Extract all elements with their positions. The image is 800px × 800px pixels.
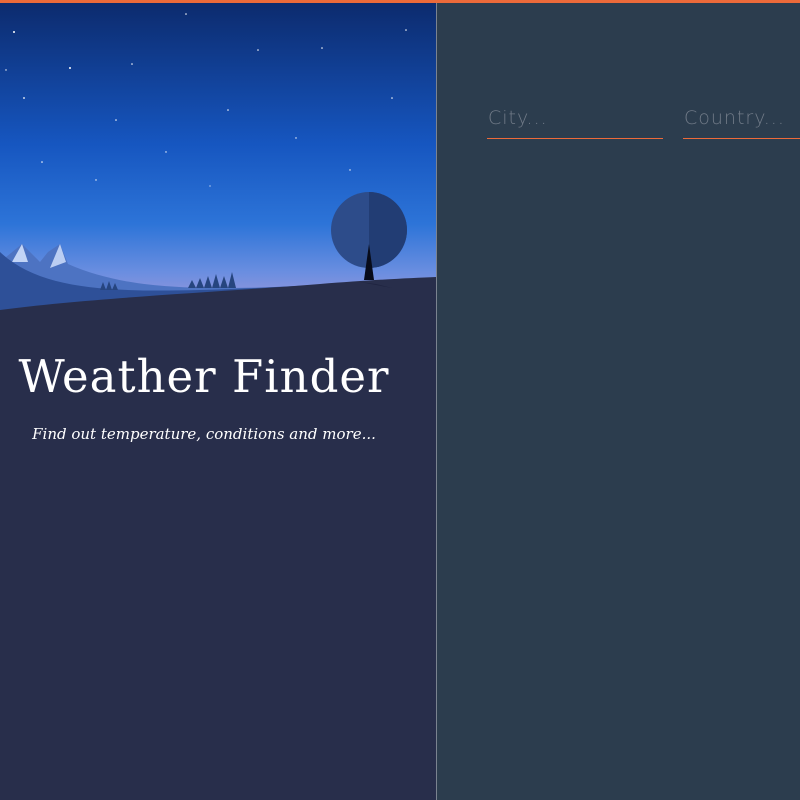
top-accent-bar xyxy=(0,0,800,3)
night-landscape-illustration xyxy=(0,0,436,320)
country-input[interactable] xyxy=(683,103,800,139)
city-input[interactable] xyxy=(487,103,663,139)
weather-finder-page: Weather Finder Find out temperature, con… xyxy=(0,0,800,800)
app-title: Weather Finder xyxy=(18,350,390,403)
app-subtitle: Find out temperature, conditions and mor… xyxy=(32,425,376,443)
search-panel xyxy=(437,3,800,800)
hero-panel: Weather Finder Find out temperature, con… xyxy=(0,0,436,800)
